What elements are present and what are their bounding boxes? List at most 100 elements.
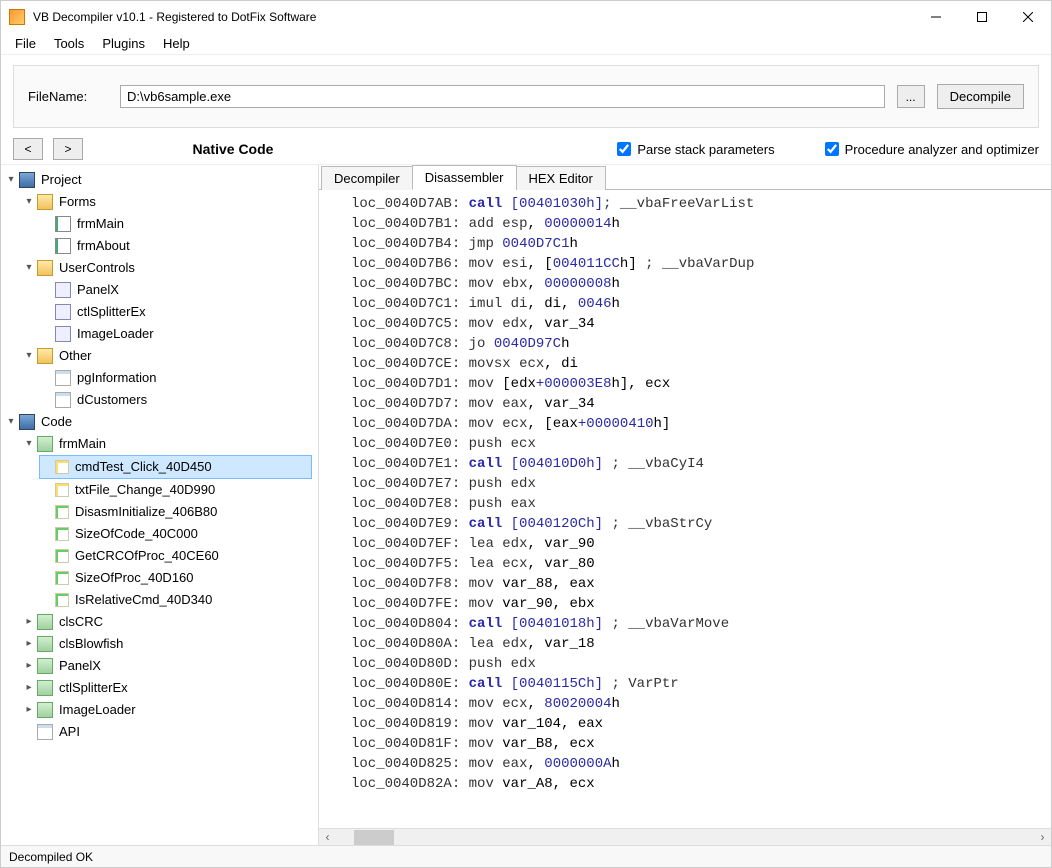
proc-icon xyxy=(55,571,69,585)
scroll-thumb[interactable] xyxy=(354,830,394,845)
tree-item-panelx[interactable]: PanelX xyxy=(39,279,316,301)
code-line[interactable]: loc_0040D7EF: lea edx, var_90 xyxy=(351,534,1043,554)
collapse-icon[interactable]: ▾ xyxy=(5,416,17,428)
nav-forward-button[interactable]: > xyxy=(53,138,83,160)
nav-back-button[interactable]: < xyxy=(13,138,43,160)
parse-stack-input[interactable] xyxy=(617,142,631,156)
code-line[interactable]: loc_0040D7DA: mov ecx, [eax+00000410h] xyxy=(351,414,1043,434)
code-line[interactable]: loc_0040D7C8: jo 0040D97Ch xyxy=(351,334,1043,354)
code-line[interactable]: loc_0040D7C5: mov edx, var_34 xyxy=(351,314,1043,334)
tree-item-isrelative[interactable]: IsRelativeCmd_40D340 xyxy=(39,589,316,611)
tree-usercontrols[interactable]: ▾UserControls PanelX ctlSplitterEx Image… xyxy=(21,257,316,345)
collapse-icon[interactable]: ▾ xyxy=(5,174,17,186)
expand-icon[interactable]: ▸ xyxy=(23,682,35,694)
tree-item-clscrc[interactable]: ▸clsCRC xyxy=(21,611,316,633)
code-line[interactable]: loc_0040D7F5: lea ecx, var_80 xyxy=(351,554,1043,574)
tree-item-frmabout[interactable]: frmAbout xyxy=(39,235,316,257)
code-line[interactable]: loc_0040D7F8: mov var_88, eax xyxy=(351,574,1043,594)
proc-icon xyxy=(55,549,69,563)
proc-icon xyxy=(55,460,69,474)
tree-item-panelx2[interactable]: ▸PanelX xyxy=(21,655,316,677)
tree-item-clsblowfish[interactable]: ▸clsBlowfish xyxy=(21,633,316,655)
maximize-button[interactable] xyxy=(959,2,1005,32)
tree-item-pginformation[interactable]: pgInformation xyxy=(39,367,316,389)
tree-forms[interactable]: ▾Forms frmMain frmAbout xyxy=(21,191,316,257)
tree-code[interactable]: ▾Code ▾frmMain cmdTest_Click_40D450 txtF… xyxy=(3,411,316,743)
module-icon xyxy=(37,658,53,674)
tree-item-imageloader2[interactable]: ▸ImageLoader xyxy=(21,699,316,721)
tree-code-frmmain[interactable]: ▾frmMain cmdTest_Click_40D450 txtFile_Ch… xyxy=(21,433,316,611)
code-line[interactable]: loc_0040D7B4: jmp 0040D7C1h xyxy=(351,234,1043,254)
tree-other[interactable]: ▾Other pgInformation dCustomers xyxy=(21,345,316,411)
proc-analyzer-checkbox[interactable]: Procedure analyzer and optimizer xyxy=(825,142,1039,157)
tree-item-ctlsplitterex2[interactable]: ▸ctlSplitterEx xyxy=(21,677,316,699)
code-line[interactable]: loc_0040D7D7: mov eax, var_34 xyxy=(351,394,1043,414)
expand-icon[interactable]: ▸ xyxy=(23,616,35,628)
tree-item-imageloader[interactable]: ImageLoader xyxy=(39,323,316,345)
collapse-icon[interactable]: ▾ xyxy=(23,262,35,274)
code-line[interactable]: loc_0040D82A: mov var_A8, ecx xyxy=(351,774,1043,794)
close-button[interactable] xyxy=(1005,2,1051,32)
parse-stack-checkbox[interactable]: Parse stack parameters xyxy=(617,142,774,157)
tree-item-getcrc[interactable]: GetCRCOfProc_40CE60 xyxy=(39,545,316,567)
proc-icon xyxy=(55,593,69,607)
code-line[interactable]: loc_0040D7E8: push eax xyxy=(351,494,1043,514)
minimize-button[interactable] xyxy=(913,2,959,32)
tree-item-disasminit[interactable]: DisasmInitialize_406B80 xyxy=(39,501,316,523)
horizontal-scrollbar[interactable]: ‹ › xyxy=(319,828,1051,845)
code-line[interactable]: loc_0040D7E0: push ecx xyxy=(351,434,1043,454)
code-line[interactable]: loc_0040D7B1: add esp, 00000014h xyxy=(351,214,1043,234)
code-line[interactable]: loc_0040D814: mov ecx, 80020004h xyxy=(351,694,1043,714)
tree-item-txtfile[interactable]: txtFile_Change_40D990 xyxy=(39,479,316,501)
code-area[interactable]: loc_0040D7AB: call [00401030h]; __vbaFre… xyxy=(319,190,1051,828)
tab-disassembler[interactable]: Disassembler xyxy=(412,165,517,190)
decompile-button[interactable]: Decompile xyxy=(937,84,1024,109)
code-line[interactable]: loc_0040D7BC: mov ebx, 00000008h xyxy=(351,274,1043,294)
code-line[interactable]: loc_0040D80D: push edx xyxy=(351,654,1043,674)
collapse-icon[interactable]: ▾ xyxy=(23,196,35,208)
collapse-icon[interactable]: ▾ xyxy=(23,438,35,450)
browse-button[interactable]: ... xyxy=(897,85,925,108)
code-line[interactable]: loc_0040D7B6: mov esi, [004011CCh] ; __v… xyxy=(351,254,1043,274)
tree-item-ctlsplitterex[interactable]: ctlSplitterEx xyxy=(39,301,316,323)
code-line[interactable]: loc_0040D7C1: imul di, di, 0046h xyxy=(351,294,1043,314)
code-line[interactable]: loc_0040D7E1: call [004010D0h] ; __vbaCy… xyxy=(351,454,1043,474)
code-line[interactable]: loc_0040D7CE: movsx ecx, di xyxy=(351,354,1043,374)
code-line[interactable]: loc_0040D804: call [00401018h] ; __vbaVa… xyxy=(351,614,1043,634)
expand-icon[interactable]: ▸ xyxy=(23,638,35,650)
menu-file[interactable]: File xyxy=(7,34,44,53)
menu-tools[interactable]: Tools xyxy=(46,34,92,53)
code-line[interactable]: loc_0040D819: mov var_104, eax xyxy=(351,714,1043,734)
filename-input[interactable] xyxy=(120,85,885,108)
menu-plugins[interactable]: Plugins xyxy=(94,34,153,53)
code-line[interactable]: loc_0040D7E7: push edx xyxy=(351,474,1043,494)
menu-help[interactable]: Help xyxy=(155,34,198,53)
tab-decompiler[interactable]: Decompiler xyxy=(321,166,413,190)
code-line[interactable]: loc_0040D7FE: mov var_90, ebx xyxy=(351,594,1043,614)
expand-icon[interactable]: ▸ xyxy=(23,704,35,716)
expand-icon[interactable]: ▸ xyxy=(23,660,35,672)
tree-item-api[interactable]: API xyxy=(21,721,316,743)
collapse-icon[interactable]: ▾ xyxy=(23,350,35,362)
code-line[interactable]: loc_0040D80A: lea edx, var_18 xyxy=(351,634,1043,654)
code-line[interactable]: loc_0040D7E9: call [0040120Ch] ; __vbaSt… xyxy=(351,514,1043,534)
code-line[interactable]: loc_0040D7D1: mov [edx+000003E8h], ecx xyxy=(351,374,1043,394)
code-line[interactable]: loc_0040D81F: mov var_B8, ecx xyxy=(351,734,1043,754)
tree-item-dcustomers[interactable]: dCustomers xyxy=(39,389,316,411)
tree-item-frmmain[interactable]: frmMain xyxy=(39,213,316,235)
proc-icon xyxy=(55,483,69,497)
code-line[interactable]: loc_0040D7AB: call [00401030h]; __vbaFre… xyxy=(351,194,1043,214)
tab-hex[interactable]: HEX Editor xyxy=(516,166,606,190)
code-line[interactable]: loc_0040D825: mov eax, 0000000Ah xyxy=(351,754,1043,774)
proc-analyzer-input[interactable] xyxy=(825,142,839,156)
module-icon xyxy=(37,436,53,452)
proc-icon xyxy=(55,505,69,519)
tree-project[interactable]: ▾Project ▾Forms frmMain frmAbout ▾UserCo… xyxy=(3,169,316,411)
tree-panel[interactable]: ▾Project ▾Forms frmMain frmAbout ▾UserCo… xyxy=(1,165,319,845)
folder-icon xyxy=(37,194,53,210)
tree-item-cmdtest[interactable]: cmdTest_Click_40D450 xyxy=(39,455,316,479)
tree-item-sizeofproc[interactable]: SizeOfProc_40D160 xyxy=(39,567,316,589)
code-line[interactable]: loc_0040D80E: call [0040115Ch] ; VarPtr xyxy=(351,674,1043,694)
status-text: Decompiled OK xyxy=(9,850,93,864)
tree-item-sizeofcode[interactable]: SizeOfCode_40C000 xyxy=(39,523,316,545)
